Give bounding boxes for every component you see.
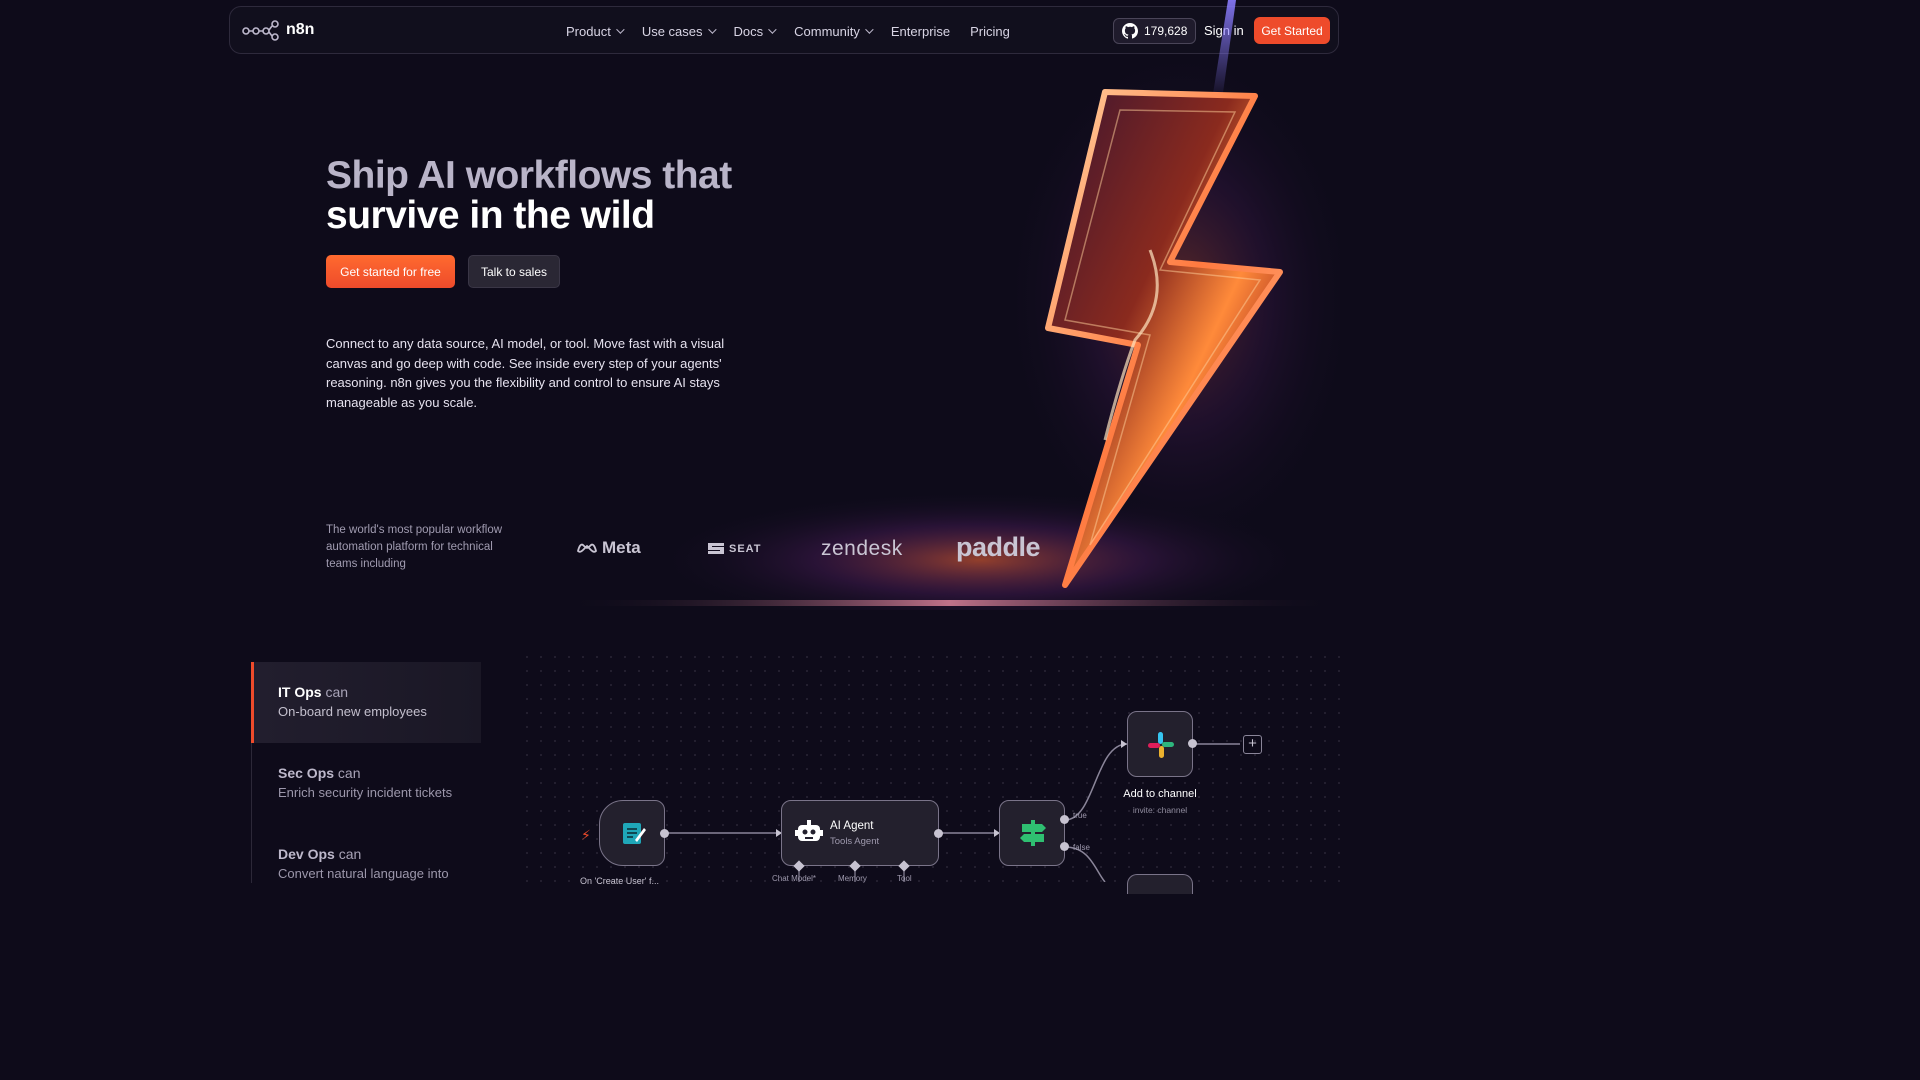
branch-false-label: false [1073,843,1090,852]
slack-output-port[interactable] [1188,739,1197,748]
ai-agent-output-port[interactable] [934,829,943,838]
workflow-connections [665,740,1240,882]
if-false-port[interactable] [1060,842,1069,851]
chat-model-label: Chat Model* [772,874,817,883]
ai-agent-node[interactable]: AI Agent Tools Agent [781,800,939,866]
tool-label: Tool [897,874,912,883]
branch-true-label: true [1073,811,1087,820]
memory-label: Memory [838,874,867,883]
slack-node-subtitle: invite: channel [1132,805,1188,815]
trigger-node[interactable] [599,800,665,866]
if-node[interactable] [999,800,1065,866]
add-node-plus-icon[interactable]: + [1243,735,1262,754]
ai-agent-subtitle: Tools Agent [830,836,880,847]
ai-agent-title: AI Agent [830,820,874,832]
signpost-icon [1020,820,1046,846]
if-true-port[interactable] [1060,815,1069,824]
trigger-bolt-icon: ⚡ [581,827,591,843]
slack-node-title: Add to channel [1123,788,1197,800]
slack-icon [1148,732,1174,758]
slack-node[interactable] [1127,711,1193,777]
trigger-output-port[interactable] [660,829,669,838]
false-branch-node[interactable] [1127,874,1193,894]
form-edit-icon [623,823,646,844]
trigger-label: On 'Create User' f... [580,876,659,886]
robot-icon [795,820,823,841]
